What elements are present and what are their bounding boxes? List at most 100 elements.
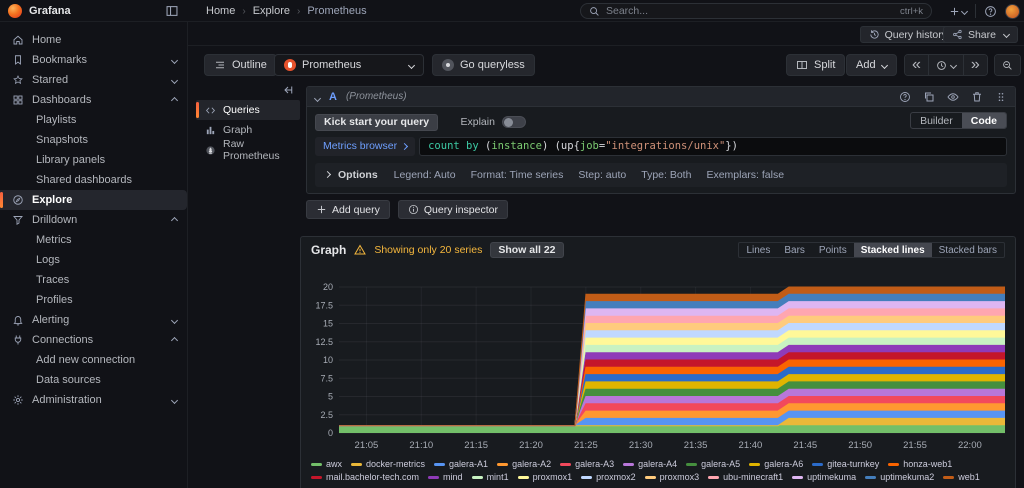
- query-help-icon[interactable]: [899, 91, 911, 103]
- collapse-panel-icon[interactable]: [282, 84, 294, 96]
- legend-item-docker-metrics[interactable]: docker-metrics: [351, 459, 425, 469]
- graph-mode-points[interactable]: Points: [812, 243, 854, 257]
- series-band-awx: [339, 426, 1005, 433]
- duplicate-query-icon[interactable]: [923, 91, 935, 103]
- stacked-lines-chart[interactable]: 02.557.51012.51517.52021:0521:1021:1521:…: [305, 261, 1013, 457]
- query-history-button[interactable]: Query history: [860, 26, 956, 43]
- sidebar-item-explore[interactable]: Explore: [0, 190, 187, 210]
- sidebar-item-home[interactable]: Home: [0, 30, 187, 50]
- sidebar-item-alerting[interactable]: Alerting: [0, 310, 187, 330]
- breadcrumb-home[interactable]: Home: [206, 5, 235, 17]
- legend-item-galera-a5[interactable]: galera-A5: [686, 459, 740, 469]
- sidebar-item-data-sources[interactable]: Data sources: [0, 370, 187, 390]
- time-shift-back-button[interactable]: «: [905, 55, 929, 75]
- sidebar-item-add-new-connection[interactable]: Add new connection: [0, 350, 187, 370]
- sidebar-item-drilldown[interactable]: Drilldown: [0, 210, 187, 230]
- show-all-series-button[interactable]: Show all 22: [490, 242, 563, 258]
- legend-item-galera-a4[interactable]: galera-A4: [623, 459, 677, 469]
- legend-item-uptimekuma2[interactable]: uptimekuma2: [865, 472, 934, 482]
- sidebar-item-library-panels[interactable]: Library panels: [0, 150, 187, 170]
- sidebar-item-label: Drilldown: [32, 214, 77, 226]
- hide-query-icon[interactable]: [947, 91, 959, 103]
- search-bar[interactable]: ctrl+k: [580, 3, 932, 19]
- mega-menu-dock-icon[interactable]: [165, 4, 179, 18]
- search-input[interactable]: [606, 5, 894, 17]
- tab-queries[interactable]: Queries: [196, 100, 300, 120]
- x-axis-tick: 21:40: [739, 440, 763, 451]
- legend-item-awx[interactable]: awx: [311, 459, 342, 469]
- time-shift-forward-button[interactable]: »: [964, 55, 987, 75]
- new-menu-button[interactable]: [949, 6, 967, 17]
- split-button[interactable]: Split: [786, 54, 845, 76]
- share-button[interactable]: Share: [943, 26, 1018, 43]
- legend-item-proxmox2[interactable]: proxmox2: [581, 472, 636, 482]
- sidebar-item-connections[interactable]: Connections: [0, 330, 187, 350]
- legend-label: gitea-turnkey: [827, 459, 879, 469]
- help-button[interactable]: [984, 5, 997, 18]
- delete-query-icon[interactable]: [971, 91, 983, 103]
- sidebar-item-dashboards[interactable]: Dashboards: [0, 90, 187, 110]
- code-token: up: [561, 140, 574, 152]
- legend-item-galera-a3[interactable]: galera-A3: [560, 459, 614, 469]
- graph-mode-lines[interactable]: Lines: [739, 243, 777, 257]
- sidebar-item-traces[interactable]: Traces: [0, 270, 187, 290]
- sidebar-item-shared-dashboards[interactable]: Shared dashboards: [0, 170, 187, 190]
- legend-item-mint1[interactable]: mint1: [472, 472, 509, 482]
- add-dropdown-button[interactable]: Add: [846, 54, 897, 76]
- sidebar-item-bookmarks[interactable]: Bookmarks: [0, 50, 187, 70]
- graph-mode-stacked-bars[interactable]: Stacked bars: [932, 243, 1004, 257]
- legend-color-dash: [518, 476, 529, 479]
- legend-item-galera-a2[interactable]: galera-A2: [497, 459, 551, 469]
- option-summary-item: Exemplars: false: [706, 169, 784, 181]
- collapse-query-icon[interactable]: [314, 94, 321, 101]
- sidebar-item-profiles[interactable]: Profiles: [0, 290, 187, 310]
- query-ref-id[interactable]: A: [329, 91, 337, 103]
- legend-item-mail-bachelor-tech-com[interactable]: mail.bachelor-tech.com: [311, 472, 419, 482]
- sidebar-item-administration[interactable]: Administration: [0, 390, 187, 410]
- user-avatar[interactable]: [1005, 4, 1020, 19]
- sidebar-item-label: Library panels: [36, 154, 105, 166]
- add-query-button[interactable]: Add query: [306, 200, 390, 219]
- kick-start-button[interactable]: Kick start your query: [315, 114, 438, 131]
- sidebar-item-playlists[interactable]: Playlists: [0, 110, 187, 130]
- promql-code-editor[interactable]: count by (instance) (up{job="integration…: [419, 137, 1007, 156]
- legend-item-galera-a1[interactable]: galera-A1: [434, 459, 488, 469]
- query-inspector-button[interactable]: Query inspector: [398, 200, 508, 219]
- code-mode-button[interactable]: Code: [962, 113, 1006, 128]
- legend-label: galera-A3: [575, 459, 614, 469]
- grafana-logo-icon[interactable]: [8, 4, 22, 18]
- query-actions-row: Add query Query inspector: [306, 200, 508, 219]
- outline-button[interactable]: Outline: [204, 54, 277, 76]
- legend-item-honza-web1[interactable]: honza-web1: [888, 459, 952, 469]
- sidebar-item-snapshots[interactable]: Snapshots: [0, 130, 187, 150]
- go-queryless-button[interactable]: Go queryless: [432, 54, 535, 76]
- legend-label: galera-A6: [764, 459, 803, 469]
- sidebar-item-logs[interactable]: Logs: [0, 250, 187, 270]
- tab-graph[interactable]: Graph: [196, 120, 300, 140]
- drag-handle-icon[interactable]: [995, 91, 1007, 103]
- time-range-button[interactable]: [929, 55, 964, 75]
- sidebar-item-metrics[interactable]: Metrics: [0, 230, 187, 250]
- graph-mode-stacked-lines[interactable]: Stacked lines: [854, 243, 932, 257]
- legend-item-galera-a6[interactable]: galera-A6: [749, 459, 803, 469]
- legend-item-uptimekuma[interactable]: uptimekuma: [792, 472, 856, 482]
- query-row-header[interactable]: A (Prometheus): [307, 87, 1015, 107]
- legend-item-web1[interactable]: web1: [943, 472, 980, 482]
- tab-raw-prometheus[interactable]: Raw Prometheus: [196, 140, 300, 160]
- legend-item-ubu-minecraft1[interactable]: ubu-minecraft1: [708, 472, 783, 482]
- legend-item-mind[interactable]: mind: [428, 472, 463, 482]
- legend-item-proxmox3[interactable]: proxmox3: [645, 472, 700, 482]
- metrics-browser-button[interactable]: Metrics browser: [315, 137, 415, 156]
- builder-mode-button[interactable]: Builder: [911, 113, 962, 128]
- legend-item-proxmox1[interactable]: proxmox1: [518, 472, 573, 482]
- legend-color-dash: [888, 463, 899, 466]
- graph-mode-bars[interactable]: Bars: [777, 243, 812, 257]
- legend-item-gitea-turnkey[interactable]: gitea-turnkey: [812, 459, 879, 469]
- zoom-out-button[interactable]: [995, 55, 1020, 75]
- code-token: (: [479, 140, 492, 152]
- explain-toggle[interactable]: [502, 116, 526, 128]
- breadcrumb-explore[interactable]: Explore: [253, 5, 290, 17]
- options-toggle[interactable]: Options: [325, 169, 378, 181]
- sidebar-item-starred[interactable]: Starred: [0, 70, 187, 90]
- datasource-picker[interactable]: Prometheus: [274, 54, 424, 76]
